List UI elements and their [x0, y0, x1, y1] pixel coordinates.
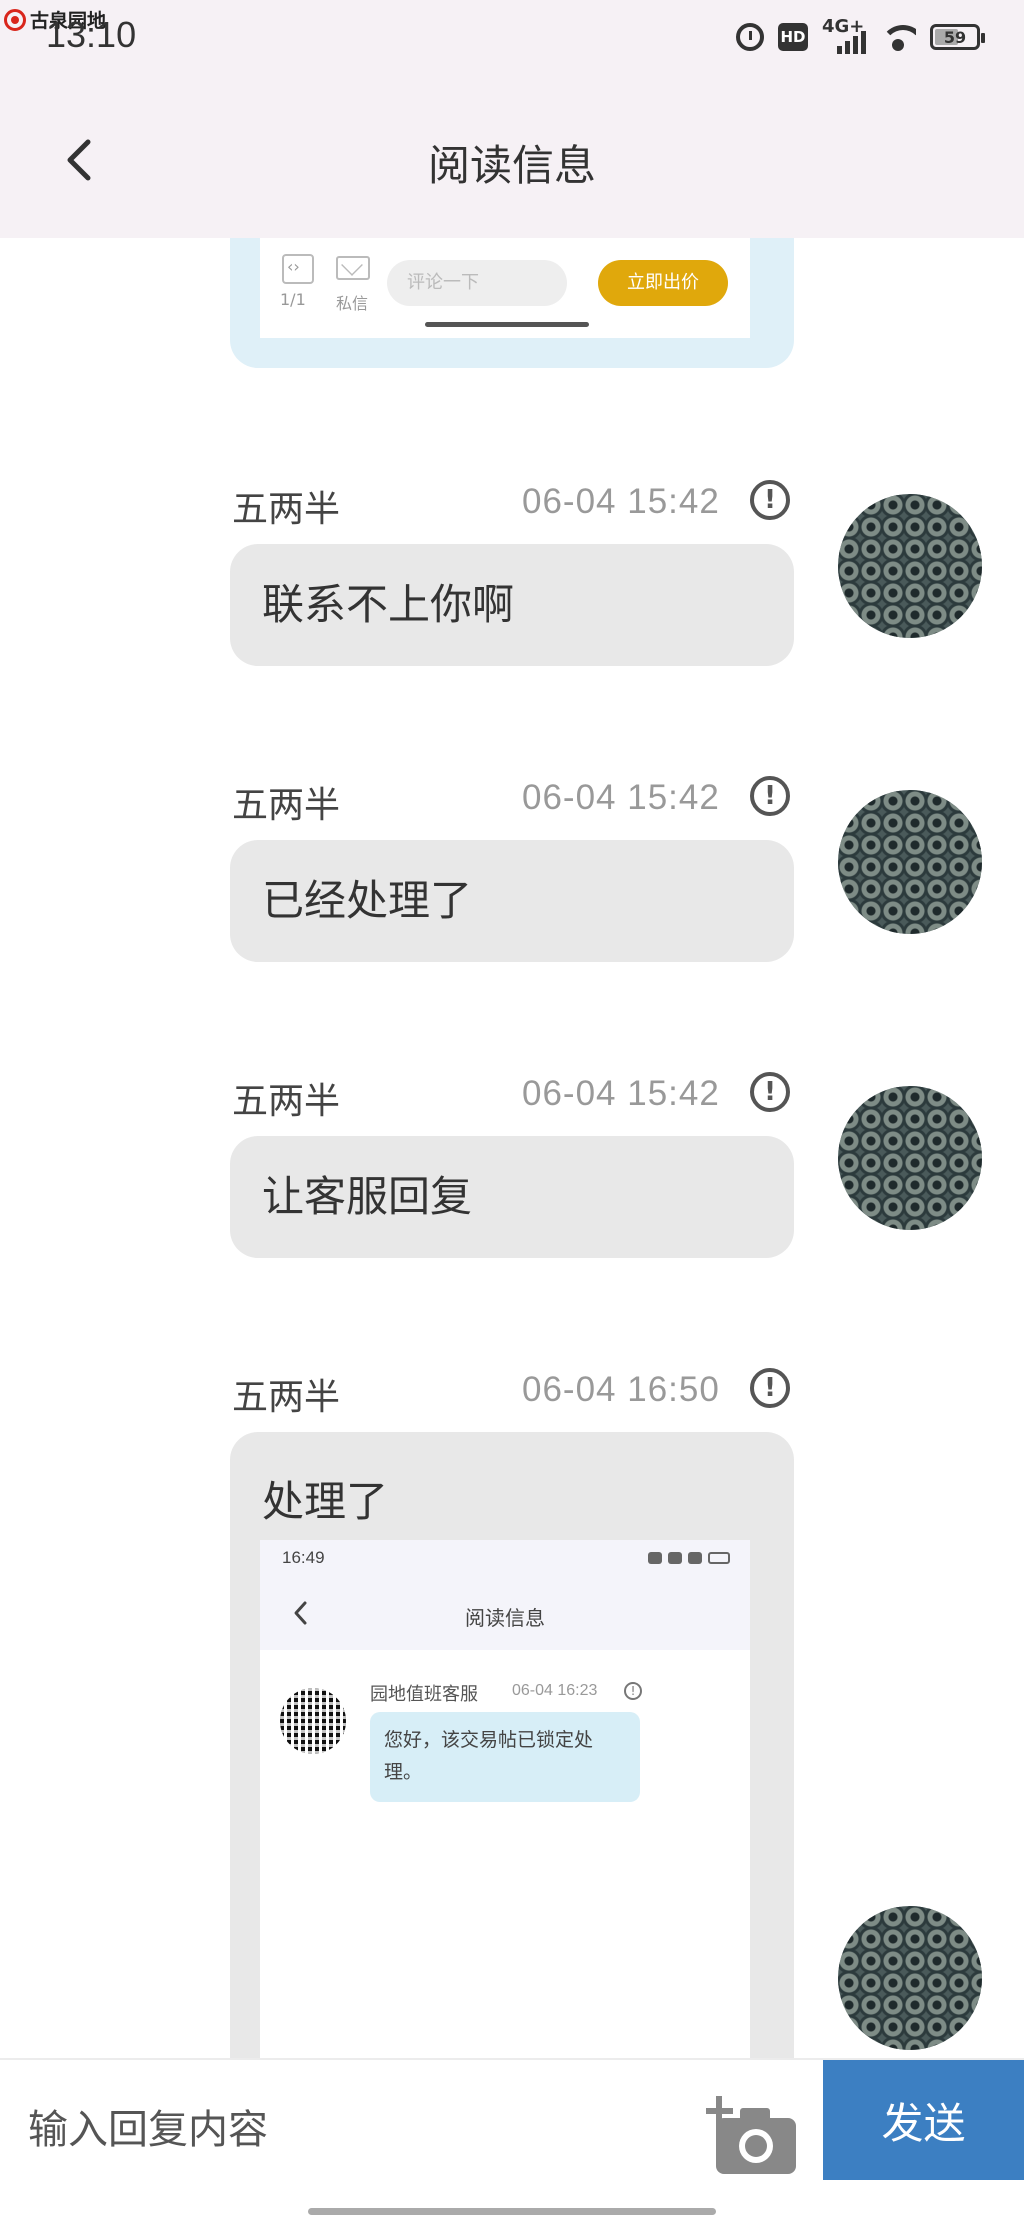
screenshot-body: 园地值班客服 06-04 16:23 ! 您好，该交易帖已锁定处理。 — [260, 1650, 750, 2058]
report-icon[interactable]: ! — [750, 1368, 790, 1408]
sender-name: 五两半 — [232, 1377, 341, 1418]
mail-icon — [336, 256, 370, 280]
private-message-label: 私信 — [336, 294, 369, 313]
top-bar: 古泉园地 13:10 HD 4G+ 59 阅读信息 — [0, 0, 1024, 238]
hd-icon: HD — [778, 23, 808, 51]
alarm-icon — [736, 23, 764, 51]
report-icon[interactable]: ! — [750, 480, 790, 520]
chat-screen: 古泉园地 13:10 HD 4G+ 59 阅读信息 1/1 — [0, 0, 1024, 2218]
message-bubble[interactable]: 联系不上你啊 — [230, 544, 794, 666]
attached-screenshot[interactable]: 16:49 阅读信息 园地值班客服 06-04 16:23 ! 您好，该交易帖已… — [260, 1540, 750, 2058]
reply-bar: 发送 — [0, 2058, 1024, 2218]
avatar[interactable] — [838, 1906, 982, 2050]
screenshot-status-bar: 16:49 — [260, 1540, 750, 1580]
status-time: 13:10 — [46, 14, 137, 55]
message-time: 06-04 15:42 — [522, 778, 720, 817]
home-indicator-image — [425, 322, 589, 327]
reply-input[interactable] — [28, 2090, 688, 2170]
sender-name: 五两半 — [232, 785, 341, 826]
message-list[interactable]: 1/1 私信 评论一下 立即出价 五两半 06-04 15:42 ! 联系不上你… — [0, 238, 1024, 2058]
cellular-signal-icon: 4G+ — [822, 16, 866, 54]
sender-name: 五两半 — [232, 489, 341, 530]
add-photo-camera-icon[interactable] — [706, 2096, 798, 2176]
screenshot-header: 阅读信息 — [260, 1580, 750, 1650]
send-button[interactable]: 发送 — [823, 2060, 1024, 2180]
report-icon: ! — [624, 1682, 642, 1700]
message-bubble[interactable]: 让客服回复 — [230, 1136, 794, 1258]
page-indicator-icon — [282, 254, 314, 284]
avatar[interactable] — [838, 1086, 982, 1230]
home-indicator — [308, 2208, 716, 2215]
image-content: 1/1 私信 评论一下 立即出价 — [260, 238, 750, 338]
message-time: 06-04 15:42 — [522, 1074, 720, 1113]
message-time: 06-04 16:50 — [522, 1370, 720, 1409]
avatar[interactable] — [838, 494, 982, 638]
report-icon[interactable]: ! — [750, 1072, 790, 1112]
avatar[interactable] — [838, 790, 982, 934]
offer-button-image: 立即出价 — [598, 260, 728, 306]
message-bubble[interactable]: 已经处理了 — [230, 840, 794, 962]
status-icons: HD 4G+ 59 — [736, 16, 985, 54]
message-time: 06-04 15:42 — [522, 482, 720, 521]
comment-placeholder: 评论一下 — [387, 260, 567, 306]
app-logo-icon — [4, 8, 26, 31]
page-title: 阅读信息 — [427, 141, 596, 190]
screenshot-bubble: 您好，该交易帖已锁定处理。 — [370, 1712, 640, 1802]
qr-avatar — [280, 1688, 346, 1754]
battery-icon: 59 — [930, 24, 985, 50]
image-message-partial[interactable]: 1/1 私信 评论一下 立即出价 — [230, 238, 794, 368]
page-indicator-label: 1/1 — [280, 290, 306, 309]
message-text: 处理了 — [262, 1477, 389, 1526]
message-bubble[interactable]: 处理了 16:49 阅读信息 园地值班客服 06-04 16:23 ! 您好，该… — [230, 1432, 794, 2058]
sender-name: 五两半 — [232, 1081, 341, 1122]
wifi-icon — [880, 23, 916, 51]
report-icon[interactable]: ! — [750, 776, 790, 816]
